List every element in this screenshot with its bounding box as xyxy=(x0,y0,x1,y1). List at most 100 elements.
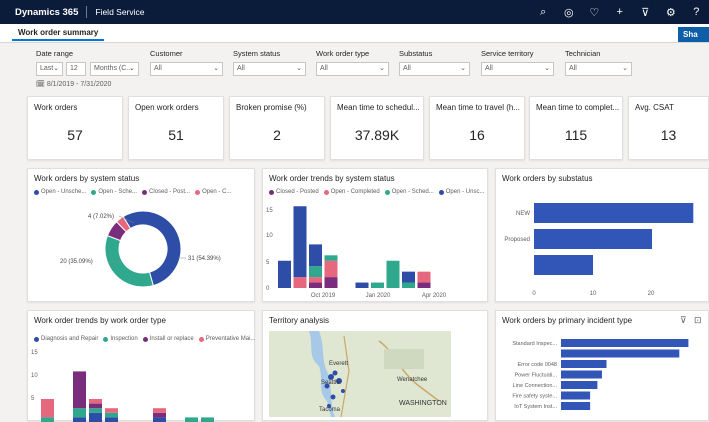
kpi-card[interactable]: Work orders 57 xyxy=(27,96,123,160)
chevron-down-icon: ⌄ xyxy=(129,64,135,72)
service-territory-select[interactable]: All⌄ xyxy=(481,62,554,76)
incident-card[interactable]: Work orders by primary incident type ⊽ ⊡… xyxy=(495,310,709,421)
map-pin xyxy=(333,371,338,376)
y-tick-label: 15 xyxy=(266,208,273,214)
chevron-down-icon: ⌄ xyxy=(53,64,59,72)
gear-icon[interactable]: ⚙ xyxy=(658,0,684,24)
road-line xyxy=(341,336,349,417)
stacked-column-chart[interactable]: 15 10 5 xyxy=(28,311,256,422)
column-segment xyxy=(89,404,102,409)
territory-card[interactable]: Territory analysis Everett Seattle Tacom… xyxy=(262,310,488,421)
substatus-card[interactable]: Work orders by substatus NEWProposed0102… xyxy=(495,168,709,302)
column-segment xyxy=(105,417,118,422)
plus-icon[interactable]: + xyxy=(607,0,633,24)
kpi-value: 57 xyxy=(28,127,122,143)
place-label: Wenatchee xyxy=(397,377,428,383)
column-segment xyxy=(73,371,86,408)
column-segment xyxy=(201,417,214,422)
column-segment xyxy=(309,283,322,288)
bar-chart[interactable]: Standard Inspec...Error code 0048Power F… xyxy=(496,311,709,422)
bar xyxy=(561,360,607,368)
kpi-value: 13 xyxy=(629,127,708,143)
column-segment xyxy=(309,244,322,266)
filter-bar: Date range Last⌄ 12 Months (C...⌄ 🗓 8/1/… xyxy=(0,44,709,95)
kpi-card[interactable]: Mean time to travel (h...16 xyxy=(429,96,525,160)
kpi-title: Mean time to travel (h... xyxy=(436,103,520,112)
column-segment xyxy=(105,413,118,418)
system-status-select[interactable]: All⌄ xyxy=(233,62,306,76)
column-segment xyxy=(418,272,431,283)
y-tick-label: 5 xyxy=(266,260,270,266)
column-segment xyxy=(402,283,415,288)
map-pin xyxy=(341,389,345,393)
donut-chart[interactable]: 31 (54.39%) 20 (35.09%) 4 (7.02%) xyxy=(28,169,256,303)
work-order-type-select[interactable]: All⌄ xyxy=(316,62,389,76)
filter-icon[interactable]: ⊽ xyxy=(633,0,659,24)
kpi-card[interactable]: Broken promise (%)2 xyxy=(229,96,325,160)
column-segment xyxy=(309,266,322,277)
category-label: Fire safety syste... xyxy=(512,394,557,400)
kpi-title: Avg. CSAT xyxy=(635,103,674,112)
type-trend-card[interactable]: Work order trends by work order type Dia… xyxy=(27,310,255,421)
category-label: Power Fluctuati... xyxy=(515,373,558,379)
territory-map[interactable]: Everett Seattle Tacoma Wenatchee WASHING… xyxy=(269,331,451,417)
status-donut-card[interactable]: Work orders by system status Open - Unsc… xyxy=(27,168,255,302)
donut-slice xyxy=(105,236,153,287)
bar-chart[interactable]: NEWProposed01020 xyxy=(496,169,709,303)
date-period-select[interactable]: Last⌄ xyxy=(36,62,63,76)
bar xyxy=(561,371,602,379)
column-segment xyxy=(402,272,415,283)
brand-name[interactable]: Dynamics 365 xyxy=(0,7,78,18)
customer-label: Customer xyxy=(150,49,183,58)
place-label: WASHINGTON xyxy=(399,400,447,407)
data-label: 20 (35.09%) xyxy=(60,259,93,265)
system-status-label: System status xyxy=(233,49,280,58)
kpi-value: 115 xyxy=(530,127,622,143)
chevron-down-icon: ⌄ xyxy=(622,64,628,72)
bar xyxy=(561,350,679,358)
lightbulb-icon[interactable]: ♡ xyxy=(582,0,608,24)
kpi-card[interactable]: Open work orders51 xyxy=(128,96,224,160)
stacked-column-chart[interactable]: 151050Oct 2019Jan 2020Apr 2020 xyxy=(263,169,489,303)
x-tick-label: 0 xyxy=(532,291,536,297)
search-icon[interactable]: ⌕ xyxy=(531,0,557,24)
date-count-input[interactable]: 12 xyxy=(66,62,86,76)
bar xyxy=(561,339,688,347)
y-tick-label: 15 xyxy=(31,350,38,356)
chart-title: Territory analysis xyxy=(269,316,329,325)
column-segment xyxy=(371,283,384,288)
tab-work-order-summary[interactable]: Work order summary xyxy=(12,26,104,41)
column-segment xyxy=(294,277,307,288)
kpi-title: Mean time to complet... xyxy=(536,103,619,112)
technician-select[interactable]: All⌄ xyxy=(565,62,632,76)
date-unit-select[interactable]: Months (C...⌄ xyxy=(90,62,139,76)
customer-select[interactable]: All⌄ xyxy=(150,62,223,76)
column-segment xyxy=(294,206,307,277)
chevron-down-icon: ⌄ xyxy=(544,64,550,72)
y-tick-label: 10 xyxy=(31,373,38,379)
y-tick-label: 5 xyxy=(31,396,35,402)
substatus-select[interactable]: All⌄ xyxy=(399,62,470,76)
kpi-title: Open work orders xyxy=(135,103,199,112)
kpi-card[interactable]: Mean time to complet... 115 xyxy=(529,96,623,160)
category-label: Line Connection... xyxy=(513,383,558,389)
app-name[interactable]: Field Service xyxy=(95,7,144,17)
kpi-card[interactable]: Mean time to schedul...37.89K xyxy=(330,96,424,160)
target-icon[interactable]: ◎ xyxy=(556,0,582,24)
help-icon[interactable]: ? xyxy=(684,0,709,24)
y-tick-label: 0 xyxy=(266,286,270,292)
data-label: 4 (7.02%) xyxy=(88,214,114,220)
water-body xyxy=(309,331,335,417)
y-tick-label: 10 xyxy=(266,233,273,239)
service-territory-label: Service territory xyxy=(481,49,534,58)
kpi-title: Work orders xyxy=(34,103,77,112)
map-pin xyxy=(331,395,336,400)
kpi-card[interactable]: Avg. CSAT 13 xyxy=(628,96,709,160)
column-segment xyxy=(418,283,431,288)
status-trend-card[interactable]: Work order trends by system status Close… xyxy=(262,168,488,302)
share-button[interactable]: Sha xyxy=(678,27,709,42)
data-label: 31 (54.39%) xyxy=(188,256,221,262)
chevron-down-icon: ⌄ xyxy=(296,64,302,72)
place-label: Tacoma xyxy=(319,407,341,413)
column-segment xyxy=(325,261,338,277)
